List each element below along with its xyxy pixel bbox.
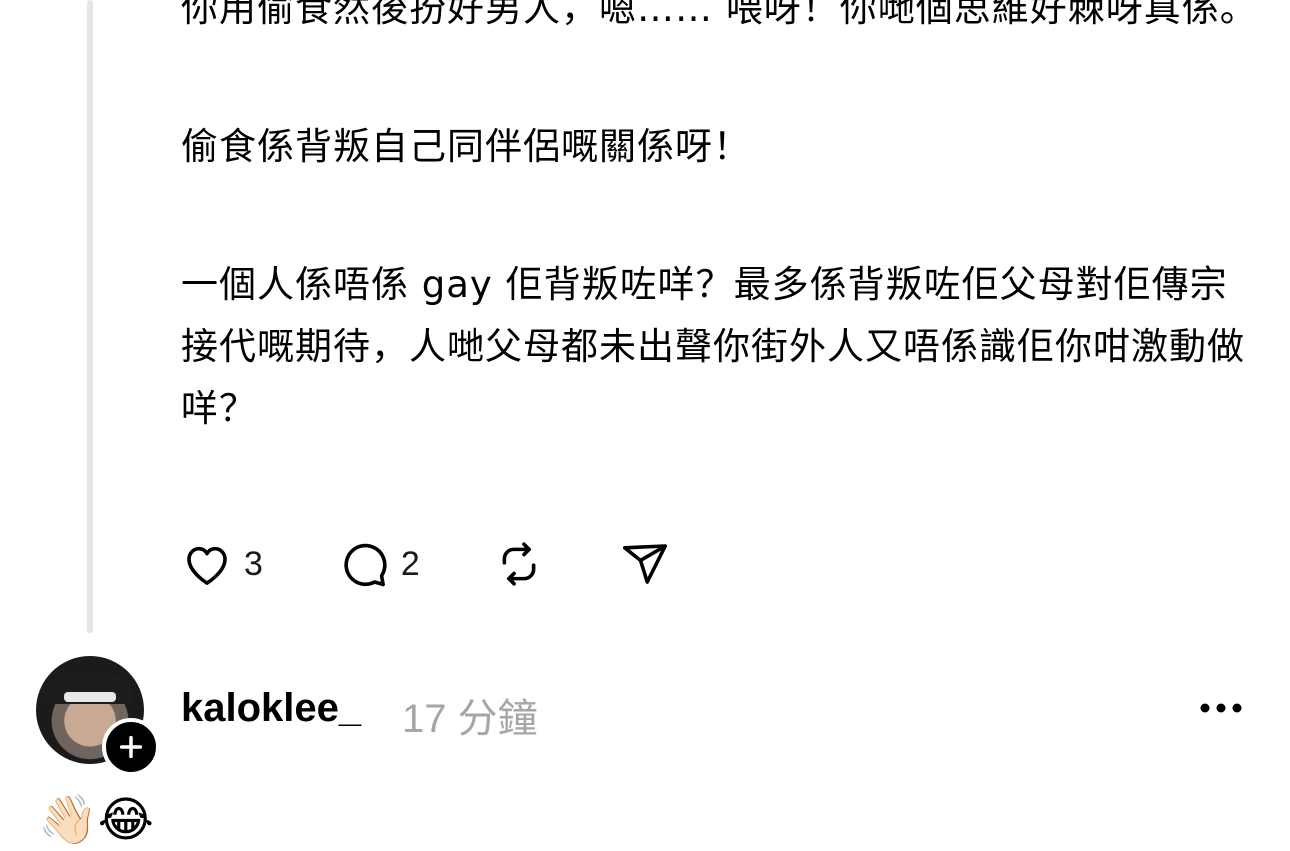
heart-icon bbox=[187, 546, 227, 585]
follow-button[interactable] bbox=[102, 718, 160, 776]
thread-connector-line bbox=[87, 0, 93, 633]
plus-icon bbox=[119, 735, 143, 759]
speech-bubble-icon bbox=[344, 543, 387, 587]
reply-count: 2 bbox=[400, 544, 420, 583]
share-button[interactable] bbox=[618, 537, 672, 591]
more-options-button[interactable] bbox=[1198, 692, 1244, 724]
reply-button[interactable]: 2 bbox=[337, 537, 420, 591]
post-text: 你用偷食然後扮好男人，嗯…… 喂呀！你哋個思維好棘呀真係。 偷食係背叛自己同伴侶… bbox=[181, 0, 1261, 440]
avatar-headband-shape bbox=[64, 692, 116, 702]
more-dots-icon bbox=[1200, 703, 1242, 713]
comment-header: kaloklee_ 17 分鐘 bbox=[36, 656, 1256, 776]
like-count: 3 bbox=[244, 544, 263, 583]
repost-button[interactable] bbox=[492, 537, 546, 591]
send-icon bbox=[622, 544, 667, 584]
post-paragraph-3: 一個人係唔係 gay 佢背叛咗咩？最多係背叛咗佢父母對佢傳宗接代嘅期待，人哋父母… bbox=[181, 263, 1245, 430]
comment-text: 👋🏻😂 bbox=[38, 792, 154, 848]
post-paragraph-1: 你用偷食然後扮好男人，嗯…… 喂呀！你哋個思維好棘呀真係。 bbox=[181, 0, 1258, 30]
post-paragraph-2: 偷食係背叛自己同伴侶嘅關係呀！ bbox=[181, 125, 751, 168]
comment-timestamp: 17 分鐘 bbox=[402, 697, 538, 741]
comment-username[interactable]: kaloklee_ bbox=[181, 686, 361, 731]
repost-icon bbox=[502, 542, 536, 586]
post-action-bar: 3 2 bbox=[180, 534, 672, 594]
like-button[interactable]: 3 bbox=[180, 537, 263, 591]
